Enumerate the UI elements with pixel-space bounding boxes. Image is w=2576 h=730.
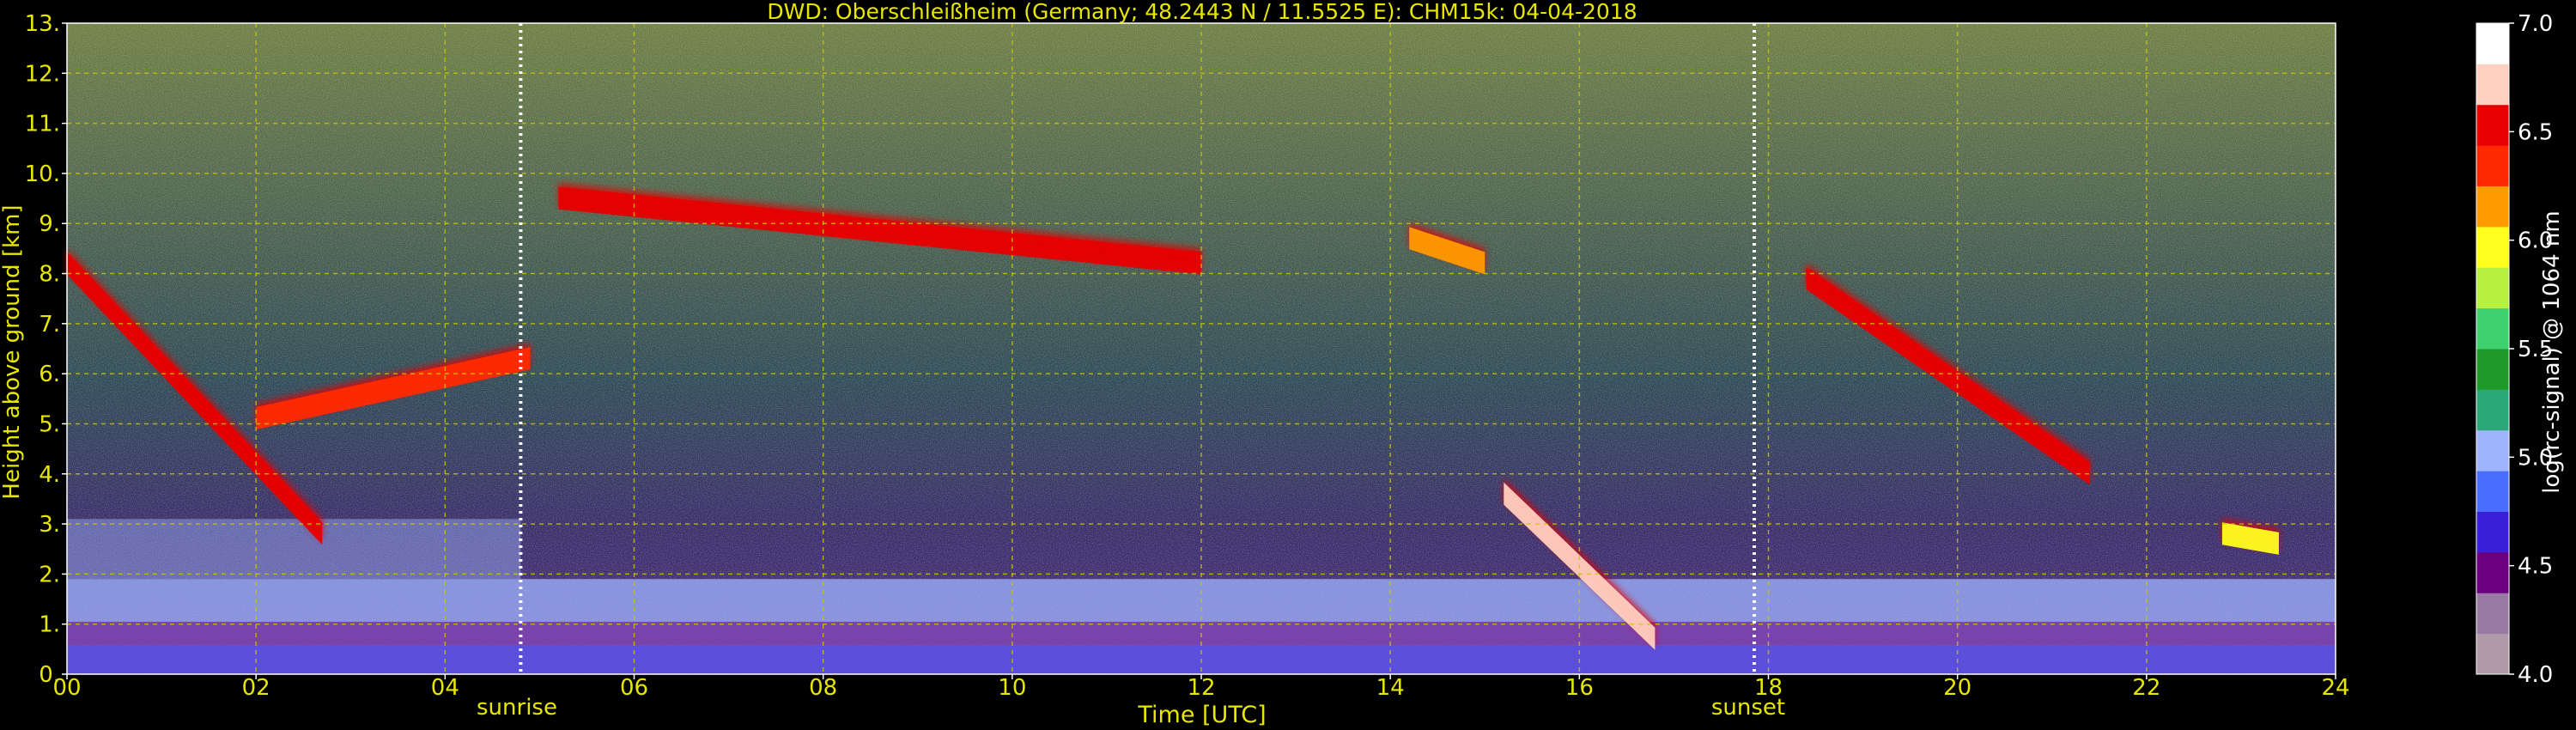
y-tick-label: 4.	[39, 462, 60, 488]
colorbar-segment	[2476, 511, 2509, 553]
y-tick-label: 1.	[39, 612, 60, 638]
x-tick-label: 02	[242, 675, 270, 701]
y-tick-label: 6.	[39, 362, 60, 387]
colorbar-segment	[2476, 64, 2509, 106]
y-tick-label: 7.	[39, 312, 60, 338]
x-tick-label: 04	[431, 675, 459, 701]
colorbar-segment	[2476, 349, 2509, 390]
colorbar-segment	[2476, 389, 2509, 431]
y-axis-label: Height above ground [km]	[0, 204, 25, 499]
colorbar-segment	[2476, 429, 2509, 471]
y-tick-label: 12.	[25, 61, 60, 87]
colorbar-segment	[2476, 633, 2509, 675]
colorbar-segment	[2476, 307, 2509, 350]
sunrise-label: sunrise	[477, 695, 557, 721]
y-tick-label: 10.	[25, 161, 60, 187]
x-tick-label: 06	[620, 675, 648, 701]
colorbar-segment	[2476, 186, 2509, 228]
chart-title: DWD: Oberschleißheim (Germany; 48.2443 N…	[767, 0, 1637, 24]
colorbar-tick-label: 7.0	[2518, 11, 2553, 37]
x-axis-label: Time [UTC]	[1137, 702, 1266, 728]
colorbar-label: log(rc-signal) @ 1064 nm	[2539, 210, 2565, 493]
colorbar-segment	[2476, 593, 2509, 635]
colorbar-tick-label: 4.5	[2518, 554, 2553, 580]
colorbar-segment	[2476, 471, 2509, 512]
x-tick-label: 10	[998, 675, 1026, 701]
x-tick-label: 12	[1187, 675, 1215, 701]
colorbar-segment	[2476, 226, 2509, 268]
y-tick-label: 13.	[25, 11, 60, 37]
x-tick-label: 16	[1565, 675, 1594, 701]
y-tick-label: 8.	[39, 262, 60, 288]
y-tick-label: 3.	[39, 512, 60, 538]
colorbar-tick-label: 4.0	[2518, 662, 2553, 688]
x-tick-label: 24	[2321, 675, 2349, 701]
colorbar-segment	[2476, 551, 2509, 593]
y-tick-label: 2.	[39, 562, 60, 587]
colorbar-segment	[2476, 104, 2509, 146]
sunset-label: sunset	[1711, 695, 1785, 721]
colorbar-segment	[2476, 145, 2509, 186]
x-tick-label: 08	[809, 675, 837, 701]
y-tick-label: 9.	[39, 211, 60, 237]
ceilometer-plot: 00 02 04 06 08 10 12 14 16 18 20 22 240.1.2.3.4.5.6.…	[0, 0, 2565, 728]
y-tick-label: 0.	[39, 662, 60, 688]
colorbar-tick-label: 6.5	[2518, 119, 2553, 145]
x-tick-label: 14	[1376, 675, 1405, 701]
aerosol-layer	[67, 519, 521, 580]
x-tick-label: 20	[1943, 675, 1971, 701]
colorbar-segment	[2476, 267, 2509, 309]
y-tick-label: 11.	[25, 112, 60, 137]
y-tick-label: 5.	[39, 411, 60, 437]
colorbar-segment	[2476, 23, 2509, 64]
x-tick-label: 22	[2132, 675, 2160, 701]
